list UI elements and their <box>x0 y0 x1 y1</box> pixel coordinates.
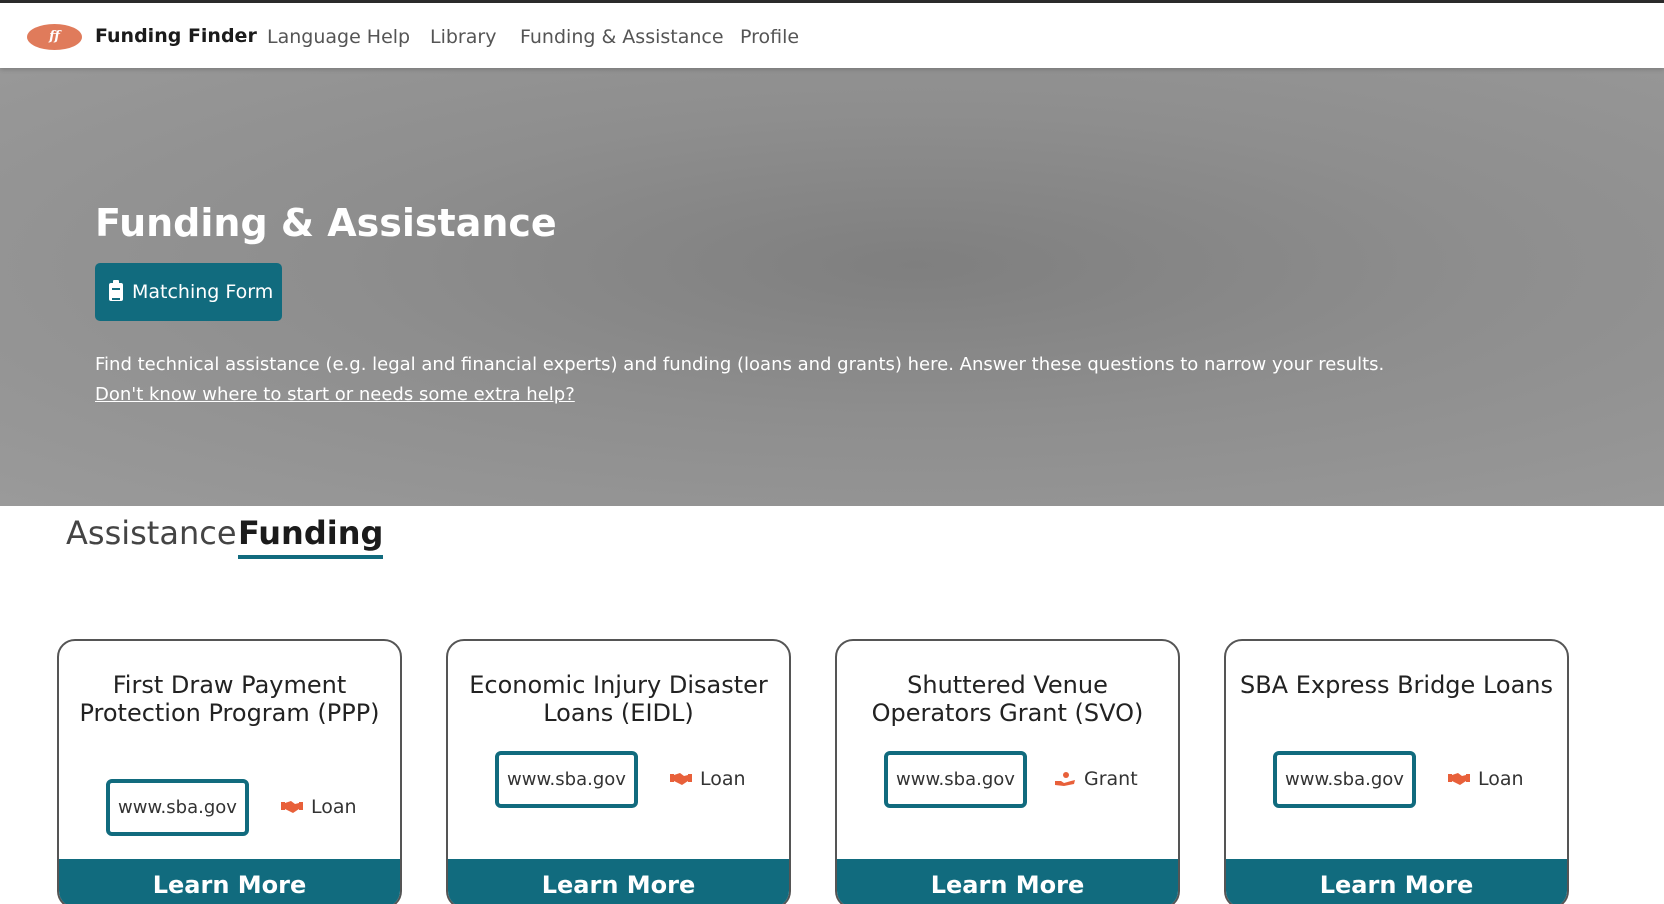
card-title: First Draw Payment Protection Program (P… <box>79 671 380 727</box>
funding-card: SBA Express Bridge Loans www.sba.gov Loa… <box>1224 639 1569 904</box>
nav-link-library[interactable]: Library <box>430 26 496 48</box>
funding-card: Economic Injury Disaster Loans (EIDL) ww… <box>446 639 791 904</box>
logo[interactable]: ff <box>27 24 82 50</box>
funding-type-label: Grant <box>1084 768 1138 790</box>
website-button[interactable]: www.sba.gov <box>106 779 249 836</box>
tab-funding[interactable]: Funding <box>238 514 384 559</box>
card-title: SBA Express Bridge Loans <box>1239 671 1553 699</box>
hand-holding-icon <box>1055 772 1075 786</box>
matching-form-label: Matching Form <box>132 281 274 303</box>
funding-type: Loan <box>281 796 357 818</box>
nav-link-language-help[interactable]: Language Help <box>267 26 410 48</box>
tab-assistance[interactable]: Assistance <box>66 514 237 552</box>
brand-name[interactable]: Funding Finder <box>95 25 257 47</box>
top-navbar: ff Funding Finder Language Help Library … <box>0 3 1664 68</box>
funding-type-label: Loan <box>1478 768 1524 790</box>
learn-more-button[interactable]: Learn More <box>837 859 1178 904</box>
learn-more-button[interactable]: Learn More <box>448 859 789 904</box>
help-link[interactable]: Don't know where to start or needs some … <box>95 384 575 405</box>
funding-type: Grant <box>1054 768 1138 790</box>
clipboard-icon <box>109 280 123 301</box>
matching-form-button[interactable]: Matching Form <box>95 263 282 321</box>
handshake-icon <box>670 773 692 785</box>
page-title: Funding & Assistance <box>95 201 557 245</box>
funding-card: Shuttered Venue Operators Grant (SVO) ww… <box>835 639 1180 904</box>
nav-link-profile[interactable]: Profile <box>740 26 799 48</box>
card-title: Economic Injury Disaster Loans (EIDL) <box>469 671 768 727</box>
hero-banner: Funding & Assistance Matching Form Find … <box>0 68 1664 506</box>
funding-type-label: Loan <box>700 768 746 790</box>
card-title: Shuttered Venue Operators Grant (SVO) <box>871 671 1144 727</box>
funding-card: First Draw Payment Protection Program (P… <box>57 639 402 904</box>
handshake-icon <box>1448 773 1470 785</box>
website-button[interactable]: www.sba.gov <box>495 751 638 808</box>
funding-type: Loan <box>1448 768 1524 790</box>
funding-type: Loan <box>670 768 746 790</box>
handshake-icon <box>281 801 303 813</box>
hero-description: Find technical assistance (e.g. legal an… <box>95 354 1385 375</box>
website-button[interactable]: www.sba.gov <box>1273 751 1416 808</box>
funding-type-label: Loan <box>311 796 357 818</box>
website-button[interactable]: www.sba.gov <box>884 751 1027 808</box>
learn-more-button[interactable]: Learn More <box>1226 859 1567 904</box>
nav-link-funding-assistance[interactable]: Funding & Assistance <box>520 26 724 48</box>
learn-more-button[interactable]: Learn More <box>59 859 400 904</box>
